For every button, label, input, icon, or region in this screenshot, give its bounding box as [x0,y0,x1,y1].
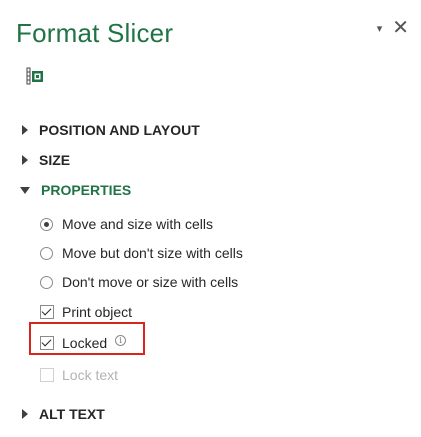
section-alt-text[interactable]: ALT TEXT [22,406,105,422]
pane-title-controls: ▾ ✕ [377,18,409,38]
radio-button[interactable] [40,217,53,231]
radio-move-and-size[interactable]: Move and size with cells [40,216,213,232]
radio-button[interactable] [40,246,53,260]
section-label: ALT TEXT [39,406,105,422]
radio-label: Move but don't size with cells [62,245,243,261]
radio-move-no-size[interactable]: Move but don't size with cells [40,245,243,261]
checkbox-locked[interactable]: Locked i [40,334,127,351]
checkbox-label: Lock text [62,367,119,383]
close-icon[interactable]: ✕ [392,18,409,38]
radio-dont-move-or-size[interactable]: Don't move or size with cells [40,274,238,290]
radio-label: Don't move or size with cells [62,274,239,290]
radio-button[interactable] [40,275,53,289]
pane-title: Format Slicer [16,18,174,48]
section-position-and-layout[interactable]: POSITION AND LAYOUT [22,122,200,138]
checkbox-lock-text: Lock text [40,367,118,383]
info-icon[interactable]: i [115,334,127,346]
section-label: POSITION AND LAYOUT [39,122,200,138]
checkbox-label: Print object [62,304,133,320]
section-label: PROPERTIES [41,182,132,198]
collapse-arrow-icon [20,186,30,194]
chevron-down-icon[interactable]: ▾ [377,22,383,35]
expand-arrow-icon [22,155,28,165]
section-label: SIZE [39,152,71,168]
checkbox[interactable] [40,305,54,319]
expand-arrow-icon [22,409,28,419]
checkbox [40,368,54,382]
checkbox-print-object[interactable]: Print object [40,304,132,320]
checkbox[interactable] [40,336,54,350]
checkbox-label: Locked [62,335,108,351]
size-properties-icon[interactable] [26,67,44,85]
section-properties[interactable]: PROPERTIES [20,182,131,198]
expand-arrow-icon [22,125,28,135]
section-size[interactable]: SIZE [22,152,70,168]
radio-label: Move and size with cells [62,216,213,232]
